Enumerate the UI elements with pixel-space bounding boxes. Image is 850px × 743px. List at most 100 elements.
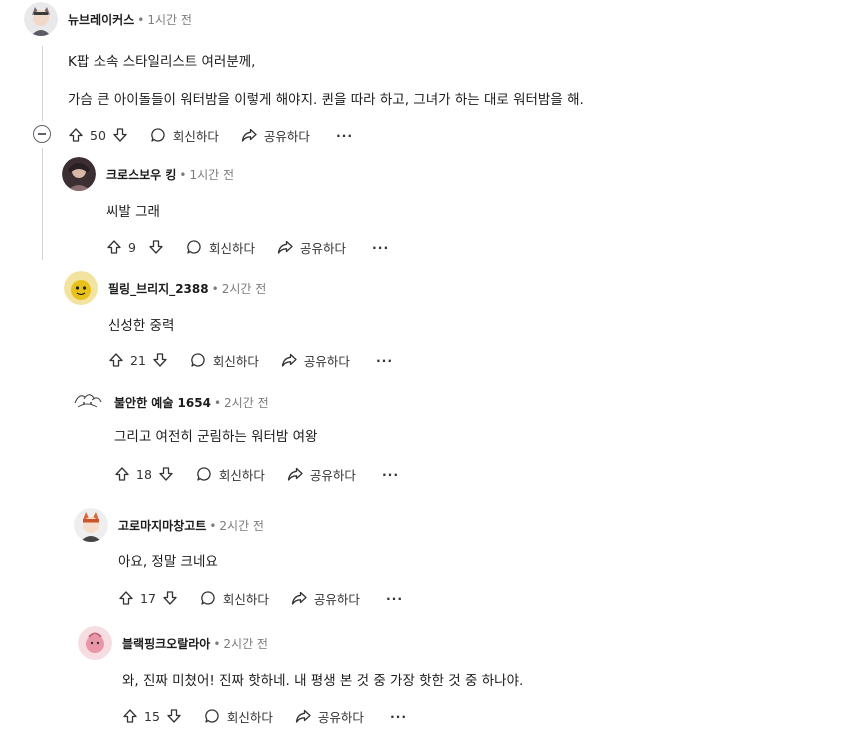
- thread-line[interactable]: [42, 46, 43, 121]
- timestamp: 1시간 전: [189, 168, 235, 182]
- share-button[interactable]: 공유하다: [277, 238, 346, 257]
- comment-line: 그리고 여전히 군림하는 워터밤 여왕: [114, 429, 318, 445]
- arrow-up-icon[interactable]: [108, 352, 124, 368]
- separator-dot: •: [137, 13, 145, 27]
- share-button[interactable]: 공유하다: [281, 351, 350, 370]
- comment-line: K팝 소속 스타일리스트 여러분께,: [68, 54, 256, 70]
- vote-score: 50: [90, 127, 106, 143]
- share-button[interactable]: 공유하다: [291, 589, 360, 608]
- reply-label: 회신하다: [209, 240, 256, 256]
- share-label: 공유하다: [300, 240, 347, 256]
- share-label: 공유하다: [303, 353, 350, 369]
- arrow-down-icon[interactable]: [162, 590, 178, 606]
- reply-button[interactable]: 회신하다: [150, 126, 219, 145]
- timestamp: 2시간 전: [221, 282, 267, 296]
- separator-dot: •: [213, 637, 221, 651]
- vote-score: 15: [144, 708, 160, 724]
- separator-dot: •: [209, 519, 217, 533]
- reply-button[interactable]: 회신하다: [200, 589, 269, 608]
- arrow-down-icon[interactable]: [158, 466, 174, 482]
- arrow-up-icon[interactable]: [106, 239, 122, 255]
- collapse-thread-button[interactable]: [33, 125, 51, 143]
- timestamp: 2시간 전: [219, 519, 264, 533]
- reply-button[interactable]: 회신하다: [186, 238, 255, 257]
- reply-label: 회신하다: [172, 128, 219, 144]
- share-button[interactable]: 공유하다: [295, 707, 364, 726]
- reply-button[interactable]: 회신하다: [196, 465, 265, 484]
- share-label: 공유하다: [317, 709, 364, 725]
- user-avatar[interactable]: [78, 626, 112, 660]
- username[interactable]: 뉴브레이커스: [68, 13, 134, 27]
- arrow-up-icon[interactable]: [68, 127, 84, 143]
- user-avatar[interactable]: [64, 271, 98, 305]
- arrow-up-icon[interactable]: [114, 466, 130, 482]
- separator-dot: •: [179, 168, 187, 182]
- vote-score: 21: [130, 352, 146, 368]
- arrow-down-icon[interactable]: [148, 239, 164, 255]
- arrow-up-icon[interactable]: [122, 708, 138, 724]
- arrow-down-icon[interactable]: [112, 127, 128, 143]
- user-avatar[interactable]: [74, 508, 108, 542]
- share-button[interactable]: 공유하다: [241, 126, 310, 145]
- username[interactable]: 불안한 예술 1654: [114, 396, 211, 410]
- vote-score: 17: [140, 590, 156, 606]
- comment-line: 신성한 중력: [108, 318, 175, 334]
- speech-bubble-icon: [190, 352, 206, 368]
- comment-actions: 9 회신하다 공유하다 ···: [106, 235, 389, 259]
- comment-body: 아요, 정말 크네요: [118, 552, 218, 572]
- more-options-button[interactable]: ···: [390, 709, 407, 724]
- username[interactable]: 필링_브리지_2388: [108, 282, 209, 296]
- comment-actions: 18 회신하다 공유하다 ···: [114, 462, 399, 486]
- separator-dot: •: [213, 396, 222, 410]
- comment-body: 와, 진짜 미쳤어! 진짜 핫하네. 내 평생 본 것 중 가장 핫한 것 중 …: [122, 671, 523, 691]
- share-arrow-icon: [295, 708, 311, 724]
- share-arrow-icon: [281, 352, 297, 368]
- comment-actions: 15 회신하다 공유하다 ···: [122, 704, 407, 728]
- speech-bubble-icon: [186, 239, 202, 255]
- arrow-up-icon[interactable]: [118, 590, 134, 606]
- speech-bubble-icon: [150, 127, 166, 143]
- timestamp: 2시간 전: [223, 637, 268, 651]
- more-options-button[interactable]: ···: [386, 591, 403, 606]
- more-options-button[interactable]: ···: [336, 128, 353, 143]
- reply-label: 회신하다: [222, 591, 269, 607]
- comment-line: 가슴 큰 아이돌들이 워터밤을 이렇게 해야지. 퀸을 따라 하고, 그녀가 하…: [68, 92, 584, 108]
- speech-bubble-icon: [196, 466, 212, 482]
- timestamp: 2시간 전: [224, 396, 269, 410]
- timestamp: 1시간 전: [147, 13, 192, 27]
- more-options-button[interactable]: ···: [372, 240, 389, 255]
- share-label: 공유하다: [263, 128, 310, 144]
- share-arrow-icon: [291, 590, 307, 606]
- speech-bubble-icon: [200, 590, 216, 606]
- comment-actions: 50 회신하다 공유하다 ···: [68, 123, 353, 147]
- arrow-down-icon[interactable]: [166, 708, 182, 724]
- comment-line: 와, 진짜 미쳤어! 진짜 핫하네. 내 평생 본 것 중 가장 핫한 것 중 …: [122, 673, 524, 689]
- reply-button[interactable]: 회신하다: [204, 707, 273, 726]
- reply-label: 회신하다: [226, 709, 273, 725]
- vote-score: 18: [136, 466, 152, 482]
- more-options-button[interactable]: ···: [376, 353, 393, 368]
- username[interactable]: 고로마지마창고트: [118, 519, 206, 533]
- vote-score: 9: [128, 239, 136, 255]
- share-button[interactable]: 공유하다: [287, 465, 356, 484]
- comment-body: 씨발 그래: [106, 202, 160, 222]
- user-avatar[interactable]: [24, 2, 58, 36]
- share-arrow-icon: [277, 239, 293, 255]
- thread-line[interactable]: [42, 148, 43, 260]
- reply-label: 회신하다: [218, 467, 265, 483]
- comment-line: 아요, 정말 크네요: [118, 554, 218, 570]
- username[interactable]: 블랙핑크오랄라아: [122, 637, 210, 651]
- share-arrow-icon: [287, 466, 303, 482]
- speech-bubble-icon: [204, 708, 220, 724]
- share-arrow-icon: [241, 127, 257, 143]
- comment-body: 그리고 여전히 군림하는 워터밤 여왕: [114, 427, 317, 447]
- arrow-down-icon[interactable]: [152, 352, 168, 368]
- more-options-button[interactable]: ···: [382, 467, 399, 482]
- comment-body: K팝 소속 스타일리스트 여러분께, 가슴 큰 아이돌들이 워터밤을 이렇게 해…: [68, 52, 584, 110]
- reply-button[interactable]: 회신하다: [190, 351, 259, 370]
- user-avatar[interactable]: [70, 385, 104, 419]
- user-avatar[interactable]: [62, 157, 96, 191]
- username[interactable]: 크로스보우 킹: [106, 168, 176, 182]
- separator-dot: •: [211, 282, 219, 296]
- reply-label: 회신하다: [212, 353, 259, 369]
